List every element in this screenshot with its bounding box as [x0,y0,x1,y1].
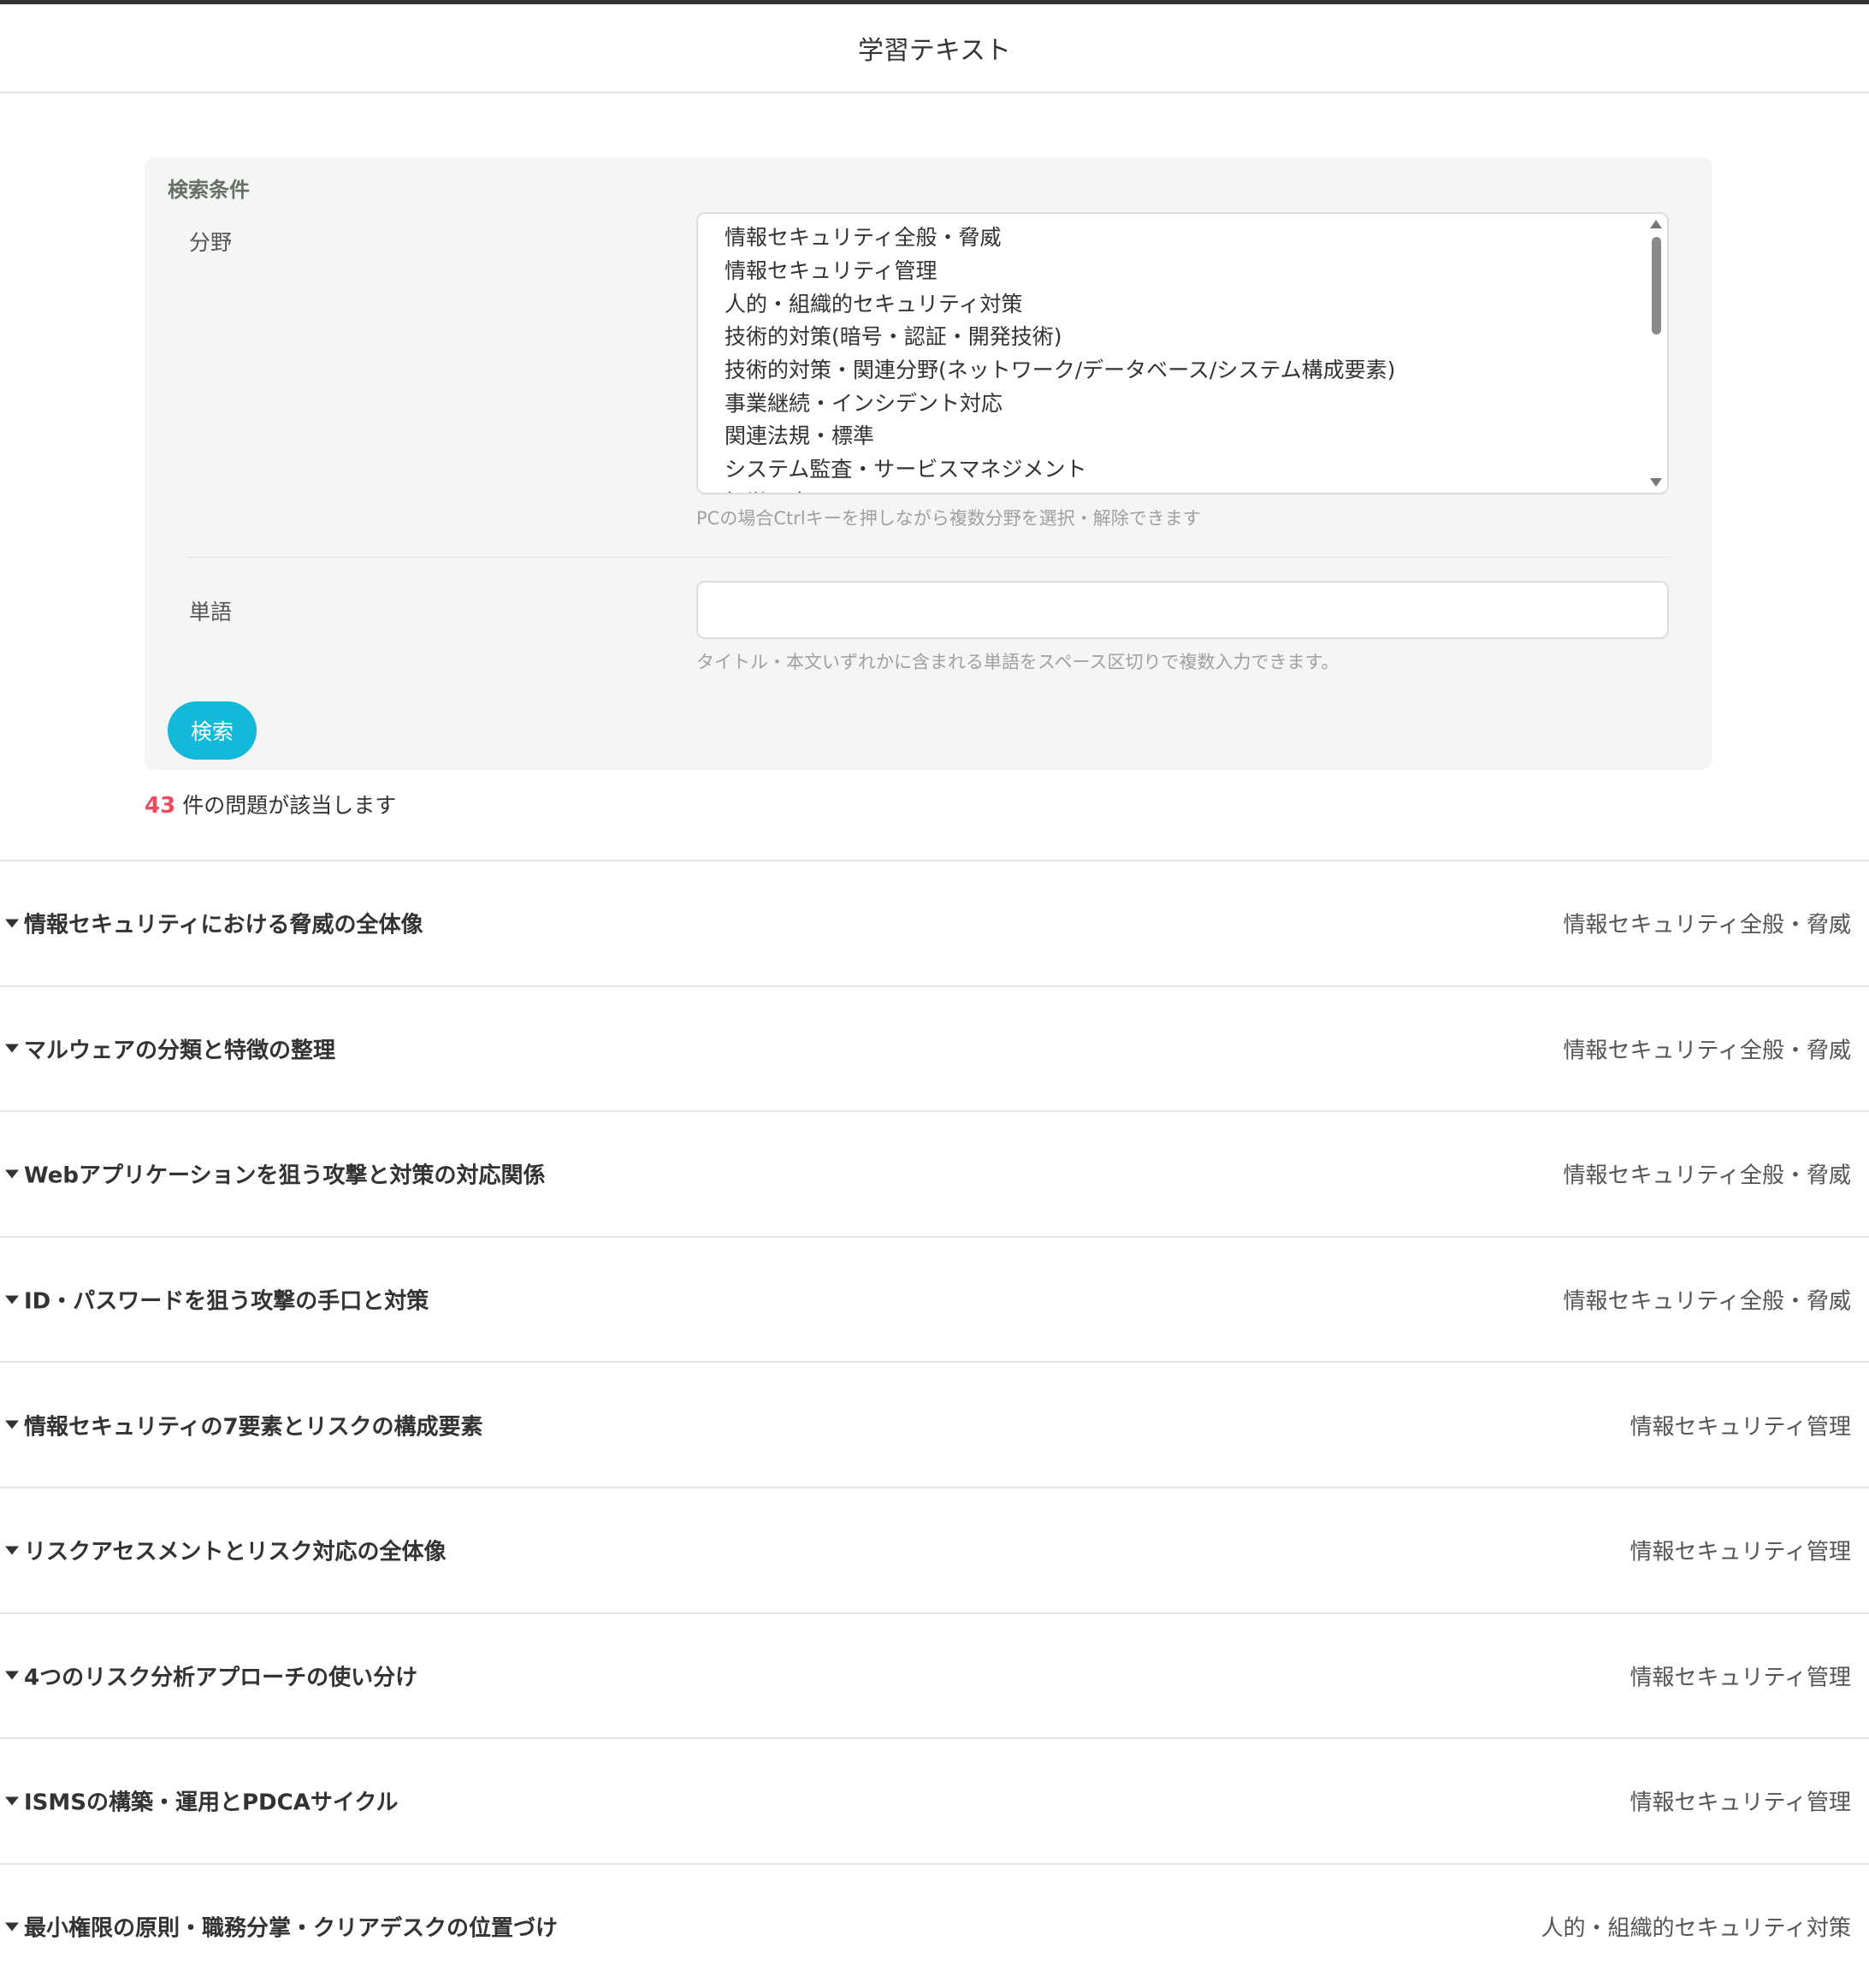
search-panel-title: 検索条件 [168,178,250,202]
list-item-title-text: 4つのリスク分析アプローチの使い分け [24,1665,418,1691]
field-hint: PCの場合Ctrlキーを押しながら複数分野を選択・解除できます [696,508,1201,529]
search-button[interactable]: 検索 [168,701,257,760]
field-option[interactable]: 情報セキュリティ全般・脅威 [725,221,1002,251]
list-item-title-text: ISMSの構築・運用とPDCAサイクル [24,1790,399,1816]
search-panel: 検索条件 分野 情報セキュリティ全般・脅威 情報セキュリティ管理 人的・組織的セ… [145,157,1712,770]
list-item-category: 情報セキュリティ管理 [1629,1539,1851,1565]
list-item-title[interactable]: 情報セキュリティにおける脅威の全体像 [5,908,423,939]
scroll-down-arrow-icon[interactable] [1650,478,1662,487]
caret-down-icon [5,1922,19,1932]
list-item-title[interactable]: マルウェアの分類と特徴の整理 [5,1032,335,1064]
list-item[interactable]: ID・パスワードを狙う攻撃の手口と対策 情報セキュリティ全般・脅威 [0,1235,1869,1362]
divider [187,557,1669,558]
list-item-category: 情報セキュリティ全般・脅威 [1563,912,1851,938]
list-item-title[interactable]: 最小権限の原則・職務分掌・クリアデスクの位置づけ [5,1911,558,1943]
field-option[interactable]: 技術的対策・関連分野(ネットワーク/データベース/システム構成要素) [725,353,1395,384]
list-item-title-text: 情報セキュリティにおける脅威の全体像 [24,912,423,938]
list-item-category: 人的・組織的セキュリティ対策 [1541,1915,1851,1942]
field-option[interactable]: 人的・組織的セキュリティ対策 [725,287,1023,318]
caret-down-icon [5,1796,19,1806]
field-option[interactable]: 経営・全て [725,486,831,493]
list-item-category: 情報セキュリティ全般・脅威 [1563,1163,1851,1189]
word-hint: タイトル・本文いずれかに含まれる単語をスペース区切りで複数入力できます。 [696,652,1340,672]
page-title: 学習テキスト [857,36,1012,66]
list-item-title[interactable]: リスクアセスメントとリスク対応の全体像 [5,1535,446,1566]
list-item-category: 情報セキュリティ管理 [1629,1790,1851,1816]
word-input[interactable] [696,581,1669,639]
list-item-title[interactable]: 情報セキュリティの7要素とリスクの構成要素 [5,1409,483,1441]
list-item-title-text: ID・パスワードを狙う攻撃の手口と対策 [24,1288,429,1315]
list-item-title[interactable]: ISMSの構築・運用とPDCAサイクル [5,1785,399,1817]
result-list: 情報セキュリティにおける脅威の全体像 情報セキュリティ全般・脅威 マルウェアの分… [0,860,1869,1988]
page-header: 学習テキスト [0,4,1869,93]
list-item-category: 情報セキュリティ管理 [1629,1665,1851,1691]
list-item[interactable]: マルウェアの分類と特徴の整理 情報セキュリティ全般・脅威 [0,985,1869,1111]
list-item-category: 情報セキュリティ全般・脅威 [1563,1288,1851,1315]
result-count: 43 [145,793,176,819]
list-item-title[interactable]: Webアプリケーションを狙う攻撃と対策の対応関係 [5,1158,545,1190]
caret-down-icon [5,1295,19,1305]
caret-down-icon [5,1420,19,1429]
list-item-title-text: 情報セキュリティの7要素とリスクの構成要素 [24,1414,483,1441]
caret-down-icon [5,1044,19,1053]
caret-down-icon [5,1169,19,1179]
field-option[interactable]: 関連法規・標準 [725,419,874,450]
list-item[interactable]: ISMSの構築・運用とPDCAサイクル 情報セキュリティ管理 [0,1737,1869,1863]
list-item[interactable]: 4つのリスク分析アプローチの使い分け 情報セキュリティ管理 [0,1612,1869,1738]
caret-down-icon [5,919,19,928]
caret-down-icon [5,1671,19,1680]
list-item[interactable]: 情報セキュリティにおける脅威の全体像 情報セキュリティ全般・脅威 [0,860,1869,985]
word-label: 単語 [189,600,233,624]
list-item-title[interactable]: ID・パスワードを狙う攻撃の手口と対策 [5,1284,429,1316]
field-option[interactable]: システム監査・サービスマネジメント [725,453,1087,483]
list-item[interactable]: リスクアセスメントとリスク対応の全体像 情報セキュリティ管理 [0,1486,1869,1612]
list-item-title-text: 最小権限の原則・職務分掌・クリアデスクの位置づけ [24,1915,559,1942]
list-item-title-text: Webアプリケーションを狙う攻撃と対策の対応関係 [24,1163,546,1189]
field-multiselect[interactable]: 情報セキュリティ全般・脅威 情報セキュリティ管理 人的・組織的セキュリティ対策 … [696,212,1669,494]
list-item[interactable]: 最小権限の原則・職務分掌・クリアデスクの位置づけ 人的・組織的セキュリティ対策 [0,1862,1869,1988]
list-item-title[interactable]: 4つのリスク分析アプローチの使い分け [5,1660,417,1691]
list-item-title-text: マルウェアの分類と特徴の整理 [24,1038,336,1064]
list-item-category: 情報セキュリティ管理 [1629,1414,1851,1441]
result-suffix: 件の問題が該当します [182,793,397,818]
scrollbar-thumb[interactable] [1652,237,1661,334]
field-option[interactable]: 技術的対策(暗号・認証・開発技術) [725,320,1062,351]
field-option[interactable]: 事業継続・インシデント対応 [725,387,1003,417]
field-label: 分野 [189,230,233,255]
list-item-title-text: リスクアセスメントとリスク対応の全体像 [24,1539,447,1565]
result-summary: 43 件の問題が該当します [145,789,396,819]
list-item[interactable]: Webアプリケーションを狙う攻撃と対策の対応関係 情報セキュリティ全般・脅威 [0,1110,1869,1236]
scroll-up-arrow-icon[interactable] [1650,220,1662,228]
list-item[interactable]: 情報セキュリティの7要素とリスクの構成要素 情報セキュリティ管理 [0,1361,1869,1487]
list-item-category: 情報セキュリティ全般・脅威 [1563,1038,1851,1064]
caret-down-icon [5,1546,19,1555]
field-option[interactable]: 情報セキュリティ管理 [725,254,937,285]
